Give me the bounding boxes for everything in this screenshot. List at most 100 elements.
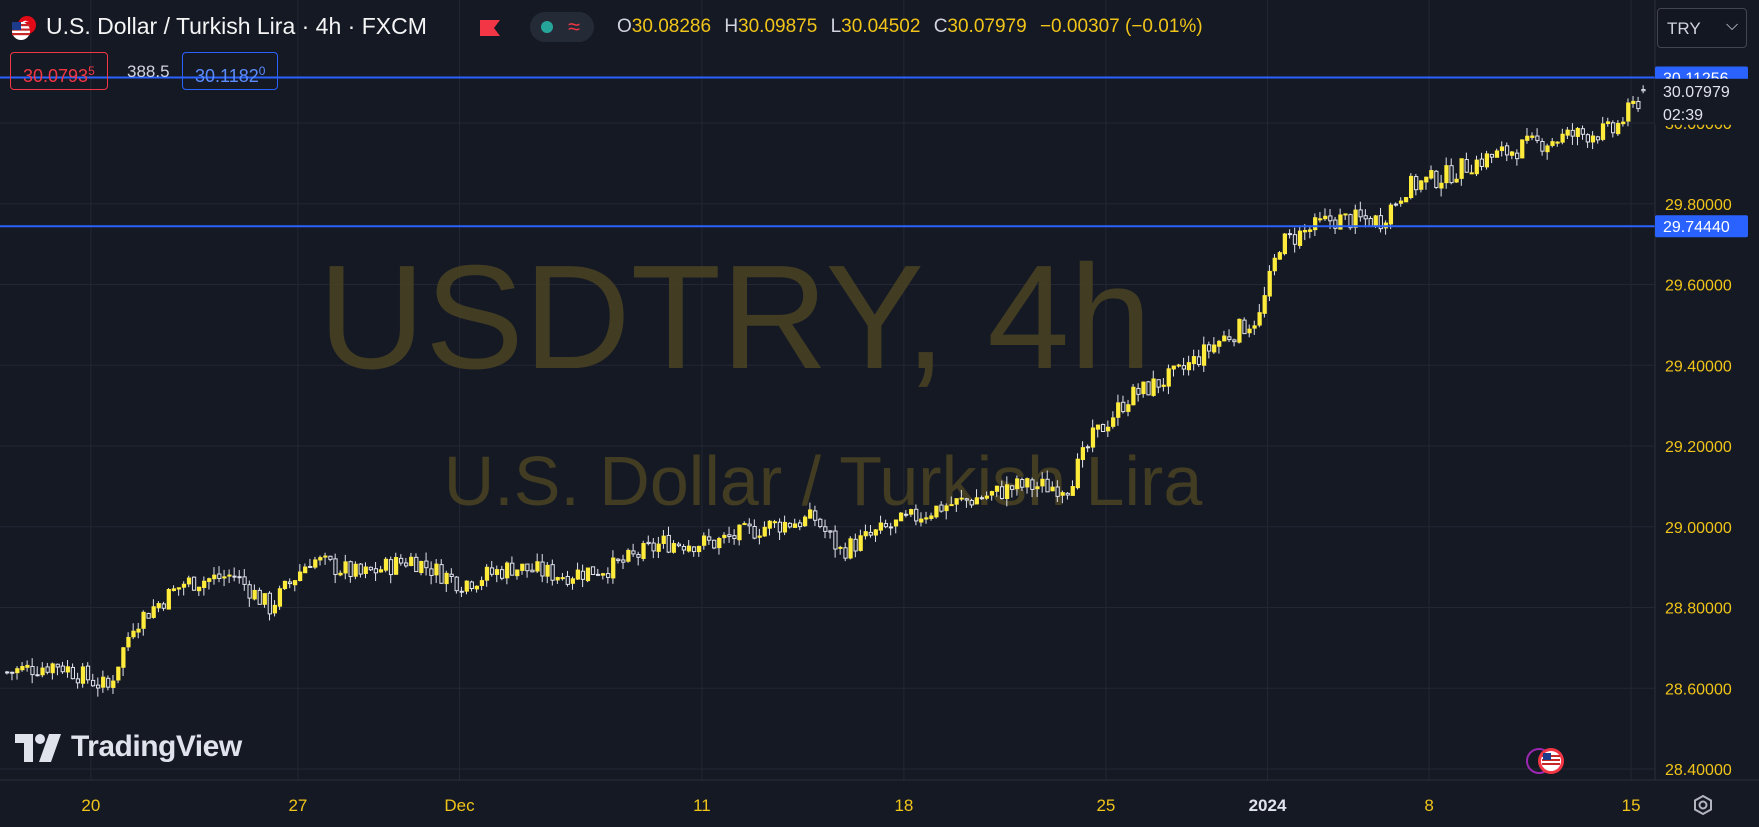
candle-body-up xyxy=(560,577,565,580)
candle xyxy=(1520,139,1525,159)
time-axis[interactable]: 20 27 Dec 11 18 25 2024 8 15 xyxy=(0,779,1759,827)
candle xyxy=(762,521,767,537)
candle xyxy=(1489,153,1495,164)
candle xyxy=(1560,128,1565,145)
flag-marker-icon[interactable] xyxy=(479,19,501,37)
candle-body-up xyxy=(126,636,131,648)
candle-body-down xyxy=(1570,129,1575,137)
candle xyxy=(797,519,803,531)
candle-body-down xyxy=(96,684,101,689)
candle xyxy=(1358,201,1363,222)
chart-container[interactable]: USDTRY, 4h U.S. Dollar / Turkish Lira 30… xyxy=(0,0,1759,827)
candle-body-up xyxy=(555,577,560,581)
candle-body-up xyxy=(1409,175,1414,199)
currency-select[interactable]: TRY ⌵ xyxy=(1657,8,1747,48)
buy-button[interactable]: 30.11820 xyxy=(182,52,279,90)
candle-body-up xyxy=(141,611,146,629)
candle-body-down xyxy=(1464,159,1469,173)
candle-body-up xyxy=(444,572,449,585)
candle xyxy=(378,565,384,573)
horizontal-lines[interactable]: 30.1125629.74440 xyxy=(0,66,1748,238)
candle xyxy=(1550,137,1555,148)
candle-body-up xyxy=(20,665,25,671)
market-status-pill[interactable]: ≈ xyxy=(530,12,594,42)
wave-icon: ≈ xyxy=(568,14,581,39)
candle xyxy=(333,553,338,584)
candle xyxy=(399,554,404,566)
candle-body-up xyxy=(1454,178,1459,183)
time-tick-label: 11 xyxy=(693,796,711,815)
candle-body-down xyxy=(1636,101,1641,110)
candle-body-up xyxy=(1126,404,1131,412)
candle-body-down xyxy=(1136,387,1141,395)
economic-event-icon[interactable] xyxy=(1525,746,1565,776)
candle-body-down xyxy=(333,558,338,576)
candle-body-up xyxy=(393,557,399,575)
candle xyxy=(1323,208,1328,221)
candle-body-down xyxy=(368,566,373,571)
candle-body-up xyxy=(1035,486,1040,490)
symbol-title[interactable]: U.S. Dollar / Turkish Lira · 4h · FXCM xyxy=(46,13,427,40)
candle-body-up xyxy=(1171,365,1176,370)
candle xyxy=(1403,197,1409,203)
candle xyxy=(1570,123,1575,145)
candle-body-down xyxy=(636,554,641,558)
candle xyxy=(368,566,373,572)
candle xyxy=(1111,411,1116,429)
price-chart[interactable]: USDTRY, 4h U.S. Dollar / Turkish Lira 30… xyxy=(0,0,1759,827)
candle xyxy=(803,515,808,527)
price-tick-label: 29.00000 xyxy=(1665,520,1732,537)
candle xyxy=(1181,357,1186,376)
candle-body-up xyxy=(858,535,863,551)
candle xyxy=(636,551,641,566)
candle-body-up xyxy=(944,505,949,512)
candle-body-up xyxy=(50,663,55,674)
candle-body-down xyxy=(75,678,81,684)
candle xyxy=(429,561,434,585)
candle xyxy=(686,540,692,553)
candle-body-down xyxy=(1328,215,1333,222)
candle-body-up xyxy=(111,680,116,688)
candle xyxy=(338,570,343,577)
candle-body-up xyxy=(954,498,959,505)
candle-body-up xyxy=(1403,197,1409,203)
watermark: USDTRY, 4h U.S. Dollar / Turkish Lira xyxy=(318,235,1202,520)
candle xyxy=(60,661,65,674)
candle-body-down xyxy=(813,510,818,521)
candle xyxy=(1626,98,1631,127)
candle xyxy=(10,671,15,681)
candle-body-up xyxy=(1469,172,1474,175)
ohlc-values: O30.08286 H30.09875 L30.04502 C30.07979 … xyxy=(617,16,1203,37)
candle-body-down xyxy=(732,535,737,540)
candle-body-down xyxy=(1030,479,1035,490)
sell-button[interactable]: 30.07935 xyxy=(10,52,108,90)
price-axis[interactable]: 30.0000029.8000029.6000029.4000029.20000… xyxy=(1654,0,1759,780)
candle-body-down xyxy=(828,530,833,533)
candle xyxy=(1499,141,1505,157)
candle-body-up xyxy=(409,556,414,566)
candle-body-down xyxy=(1535,135,1540,141)
candle xyxy=(1464,152,1469,173)
candle xyxy=(1272,254,1277,276)
candle-body-down xyxy=(707,536,712,541)
candle xyxy=(843,542,848,562)
candle-body-down xyxy=(267,592,272,615)
candle-body-down xyxy=(1363,215,1368,220)
gear-icon[interactable] xyxy=(1690,792,1716,818)
candle-body-up xyxy=(1484,153,1489,168)
candle-body-down xyxy=(525,563,530,572)
candle-body-down xyxy=(60,665,65,673)
candle-body-down xyxy=(459,590,464,593)
candle-body-down xyxy=(823,526,828,532)
candle-body-up xyxy=(1015,478,1020,490)
time-tick-label: 27 xyxy=(288,796,307,815)
candle-body-up xyxy=(1323,215,1328,220)
candle-body-down xyxy=(691,546,697,553)
candle xyxy=(1282,233,1287,256)
price-tick-label: 28.40000 xyxy=(1665,762,1732,779)
candle xyxy=(1383,220,1388,235)
candle-body-up xyxy=(1277,252,1282,260)
candle-body-up xyxy=(121,647,126,668)
candle xyxy=(1540,138,1545,156)
candle xyxy=(777,518,782,541)
